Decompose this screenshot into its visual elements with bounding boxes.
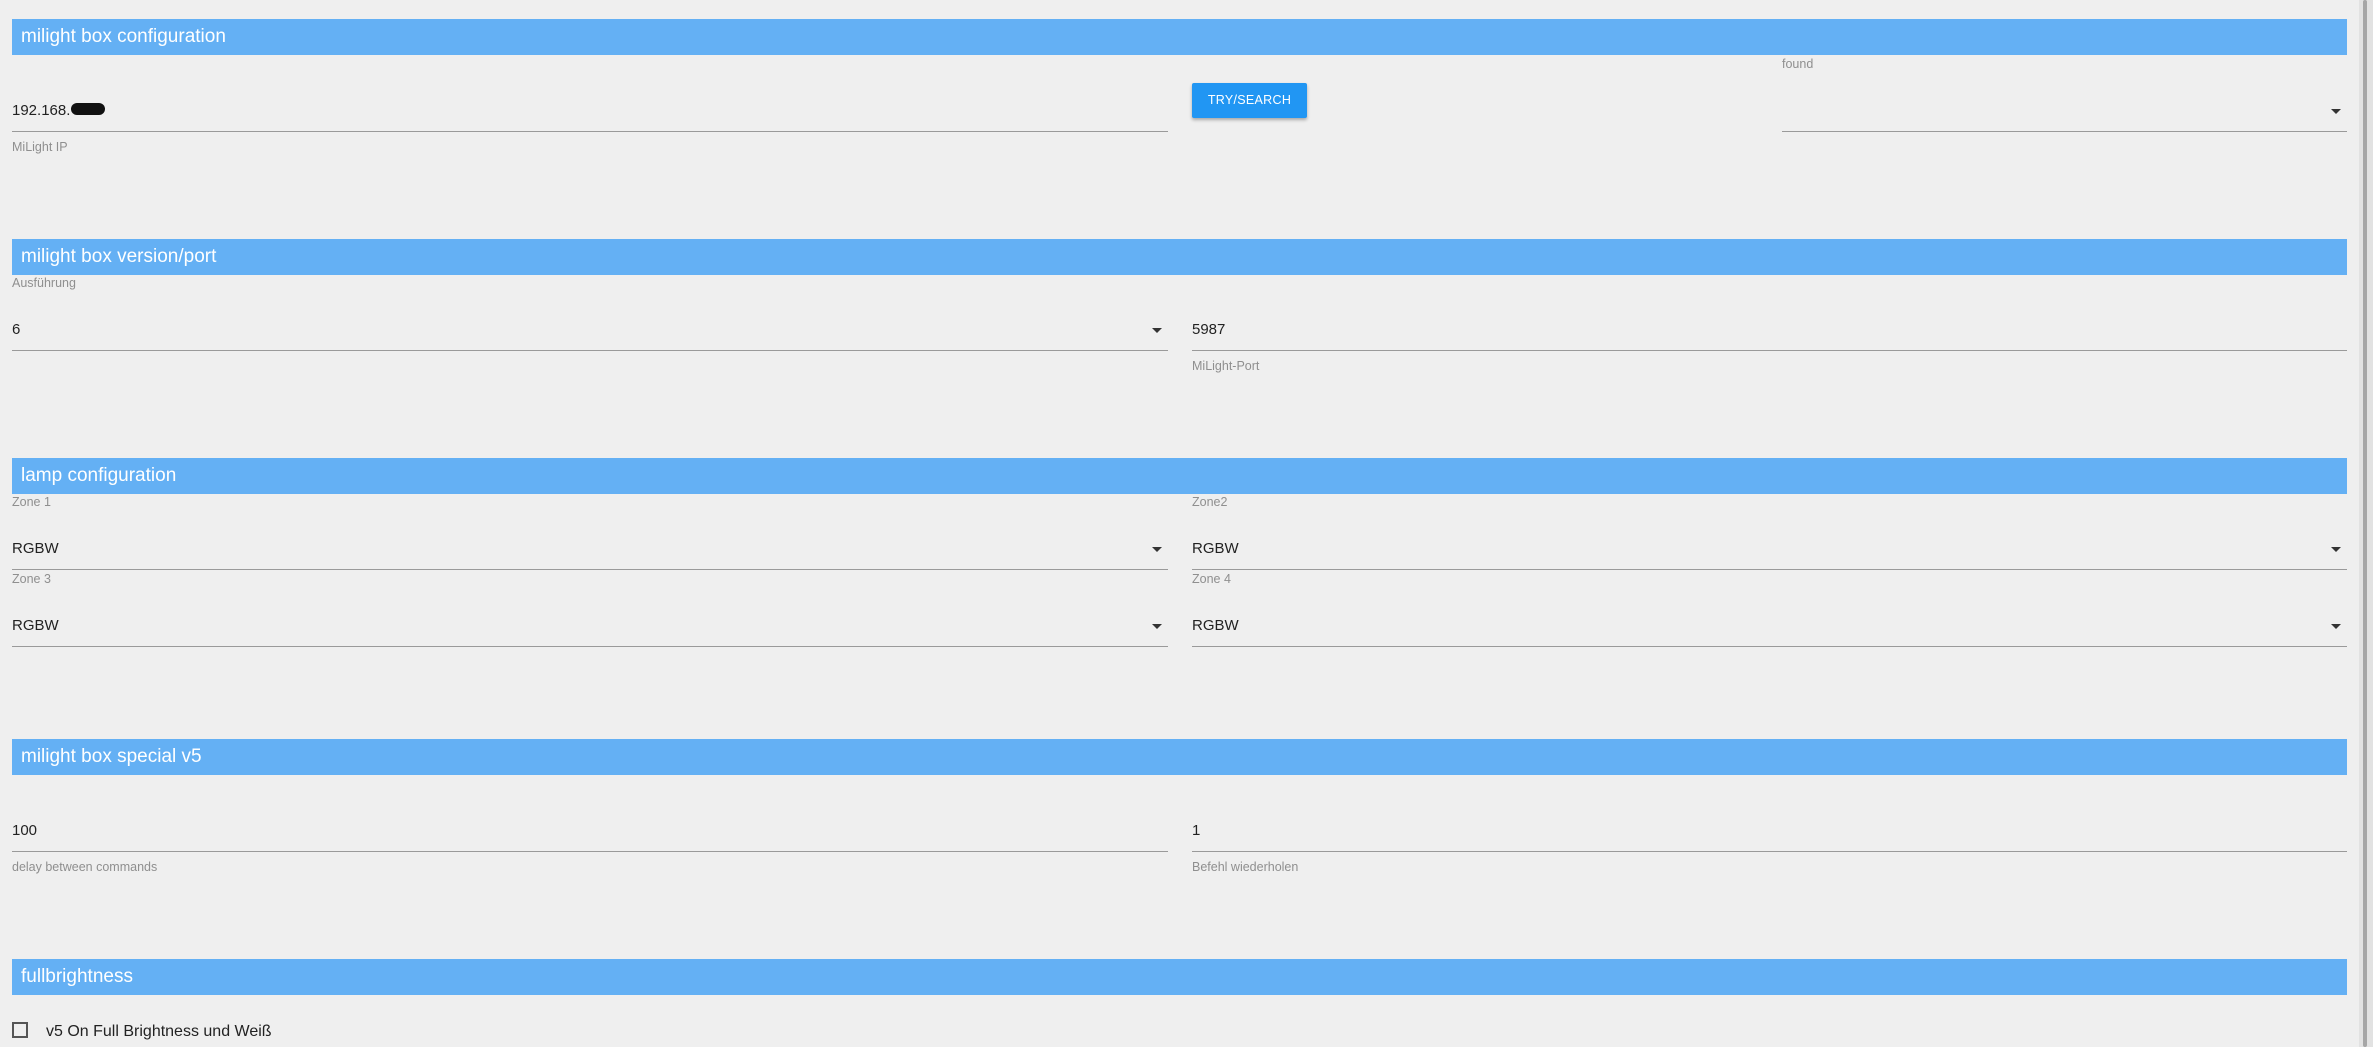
milight-ip-input[interactable]: 192.168. xyxy=(12,94,1168,132)
chevron-down-icon xyxy=(2331,547,2341,552)
repeat-label: Befehl wiederholen xyxy=(1192,860,1299,874)
chevron-down-icon xyxy=(1152,328,1162,333)
zone1-select[interactable]: RGBW xyxy=(12,532,1168,570)
section-header-special-v5: milight box special v5 xyxy=(12,739,2347,775)
chevron-down-icon xyxy=(1152,547,1162,552)
section-header-fullbrightness: fullbrightness xyxy=(12,959,2347,995)
zone1-value: RGBW xyxy=(12,540,59,557)
repeat-input[interactable]: 1 xyxy=(1192,814,2347,852)
section-header-box-config: milight box configuration xyxy=(12,19,2347,55)
milight-port-label: MiLight-Port xyxy=(1192,359,1260,373)
chevron-down-icon xyxy=(1152,624,1162,629)
version-label: Ausführung xyxy=(12,276,76,290)
section-header-version-port: milight box version/port xyxy=(12,239,2347,275)
zone4-select[interactable]: RGBW xyxy=(1192,609,2347,647)
version-value: 6 xyxy=(12,321,21,338)
milight-ip-label: MiLight IP xyxy=(12,140,68,154)
zone2-label: Zone2 xyxy=(1192,495,1228,509)
try-search-button[interactable]: TRY/SEARCH xyxy=(1192,83,1307,118)
found-label: found xyxy=(1782,57,1814,71)
delay-value: 100 xyxy=(12,822,38,839)
full-brightness-label[interactable]: v5 On Full Brightness und Weiß xyxy=(46,1023,272,1041)
milight-port-input[interactable]: 5987 xyxy=(1192,313,2347,351)
delay-label: delay between commands xyxy=(12,860,158,874)
ip-value: 192.168. xyxy=(12,102,71,119)
zone4-label: Zone 4 xyxy=(1192,572,1231,586)
chevron-down-icon xyxy=(2331,109,2341,114)
redaction-mask xyxy=(71,103,106,116)
zone2-value: RGBW xyxy=(1192,540,1239,557)
zone4-value: RGBW xyxy=(1192,617,1239,634)
repeat-value: 1 xyxy=(1192,822,1201,839)
zone1-label: Zone 1 xyxy=(12,495,51,509)
version-select[interactable]: 6 xyxy=(12,313,1168,351)
section-header-lamp-config: lamp configuration xyxy=(12,458,2347,494)
port-value: 5987 xyxy=(1192,321,1226,338)
zone3-label: Zone 3 xyxy=(12,572,51,586)
found-select[interactable] xyxy=(1782,94,2347,132)
zone2-select[interactable]: RGBW xyxy=(1192,532,2347,570)
full-brightness-checkbox[interactable] xyxy=(12,1022,28,1038)
zone3-select[interactable]: RGBW xyxy=(12,609,1168,647)
scrollbar-thumb[interactable] xyxy=(2363,0,2367,1047)
zone3-value: RGBW xyxy=(12,617,59,634)
delay-input[interactable]: 100 xyxy=(12,814,1168,852)
chevron-down-icon xyxy=(2331,624,2341,629)
vertical-scrollbar[interactable] xyxy=(2359,0,2373,1047)
